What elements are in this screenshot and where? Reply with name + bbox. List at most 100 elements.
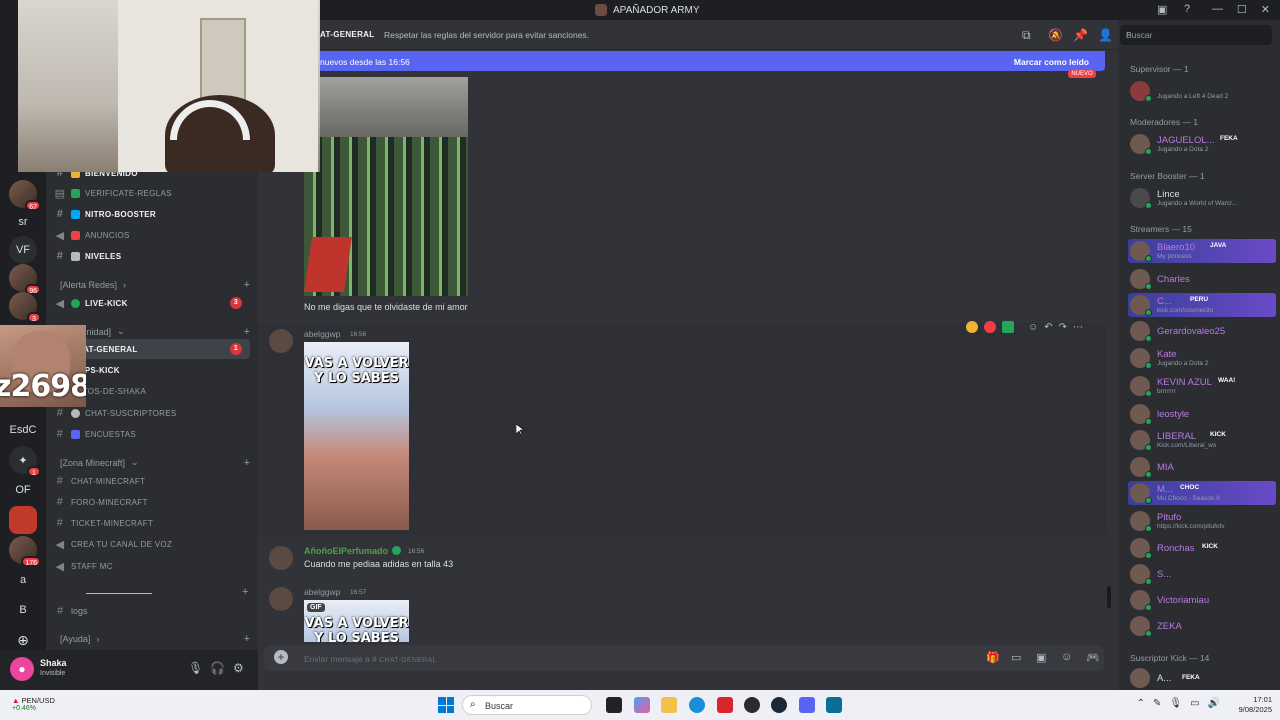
category-comunidad[interactable]: [Comunidad]⌄+ — [60, 326, 250, 338]
add-reaction-icon[interactable]: ☺ — [1028, 322, 1038, 333]
file-explorer-icon[interactable] — [661, 697, 677, 713]
channel-item[interactable]: # ENCUESTAS — [54, 424, 250, 444]
new-messages-bar[interactable]: nuevos desde las 16:56 Marcar como leído — [318, 51, 1105, 71]
microphone-icon[interactable]: 🎙 — [188, 661, 203, 675]
search-input[interactable]: Buscar ⌕ — [1120, 25, 1272, 45]
chevron-up-icon[interactable]: ⌃ — [1137, 698, 1145, 709]
activities-icon[interactable]: 🎮 — [1086, 651, 1100, 664]
attach-button[interactable]: + — [274, 650, 288, 664]
help-icon[interactable]: ? — [1184, 3, 1190, 15]
server-item[interactable]: OF — [9, 476, 37, 504]
reply-icon[interactable]: ↶ — [1044, 322, 1052, 333]
task-view-icon[interactable] — [606, 697, 622, 713]
pin-icon[interactable]: 📌 — [1073, 28, 1088, 42]
message-gif[interactable]: GIF VAS A VOLVER Y LO SABES — [304, 600, 409, 642]
member-item[interactable]: Ronchas KICK — [1128, 536, 1276, 560]
add-channel-icon[interactable]: + — [244, 633, 250, 645]
member-item[interactable]: C... PERU kick.com/cosmecito — [1128, 293, 1276, 317]
server-item[interactable]: 67 — [9, 180, 41, 211]
avatar[interactable] — [269, 546, 293, 570]
maximize-button[interactable]: ☐ — [1237, 3, 1247, 16]
message-image[interactable] — [304, 77, 468, 296]
channel-item[interactable]: # NITRO-BOOSTER — [54, 204, 250, 224]
member-item[interactable]: leostyle — [1128, 402, 1276, 426]
category-zona-minecraft[interactable]: [Zona Minecraft] ⌄ + — [60, 457, 250, 469]
taskbar-search[interactable]: ⌕ Buscar — [462, 695, 592, 715]
minimize-button[interactable]: — — [1212, 3, 1223, 16]
message-author[interactable]: abelggwp — [304, 329, 340, 339]
message-composer[interactable]: + Enviar mensaje a # CHAT-GENERAL 🎁 ▭ ▣ … — [264, 645, 1104, 671]
server-item[interactable]: EsdC — [9, 416, 37, 444]
server-item[interactable]: ✦ 1 — [9, 446, 41, 477]
member-item[interactable]: MIA — [1128, 455, 1276, 479]
channel-item[interactable]: ◀ CREA TU CANAL DE VOZ — [54, 534, 250, 554]
check-icon[interactable] — [1002, 321, 1014, 333]
member-item[interactable]: M... CHOC Mu Choco - Season 6 — [1128, 481, 1276, 505]
add-channel-icon[interactable]: + — [242, 586, 248, 598]
avatar[interactable] — [269, 587, 293, 611]
gear-icon[interactable]: ⚙ — [233, 661, 244, 675]
server-item[interactable]: 3 — [9, 292, 41, 323]
add-channel-icon[interactable]: + — [244, 279, 250, 291]
app-icon[interactable] — [744, 697, 760, 713]
sticker-icon[interactable]: ▣ — [1036, 651, 1046, 664]
widget-ticker[interactable]: ▲ PEN/USD +0.46% — [12, 696, 55, 712]
channel-item[interactable]: ◀ STAFF MC — [54, 556, 250, 576]
heart-icon[interactable] — [984, 321, 996, 333]
steam-icon[interactable] — [771, 697, 787, 713]
message-image[interactable]: VAS A VOLVER Y LO SABES — [304, 342, 409, 530]
server-item[interactable] — [9, 506, 37, 534]
avatar[interactable] — [269, 329, 293, 353]
server-item[interactable]: a — [9, 566, 37, 594]
avatar[interactable]: ● — [10, 657, 34, 681]
add-channel-icon[interactable]: + — [244, 326, 250, 338]
edge-icon[interactable] — [689, 697, 705, 713]
member-item[interactable]: Kate Jugando a Dota 2 — [1128, 346, 1276, 370]
channel-item[interactable]: # FORO-MINECRAFT — [54, 492, 250, 512]
server-item[interactable]: VF — [9, 236, 37, 264]
channel-item[interactable]: # logs — [54, 601, 250, 621]
headphones-icon[interactable]: 🎧 — [210, 661, 225, 675]
category-ayuda[interactable]: [Ayuda] › + — [60, 633, 250, 645]
message-author[interactable]: AñoñoElPerfumado — [304, 546, 388, 556]
microphone-icon[interactable]: 🎙 — [1169, 698, 1182, 709]
channel-item[interactable]: # CHAT-MINECRAFT — [54, 471, 250, 491]
channel-item[interactable]: # NIVELES — [54, 246, 250, 266]
server-item[interactable]: 96 — [9, 264, 41, 295]
pen-icon[interactable]: ✎ — [1153, 698, 1161, 709]
discord-icon[interactable] — [799, 697, 815, 713]
member-item[interactable]: A... FEKA — [1128, 666, 1276, 688]
member-item[interactable]: KEVIN AZUL WAA! brrrrrrr — [1128, 374, 1276, 398]
member-item[interactable]: Gerardovaleo25 — [1128, 319, 1276, 343]
server-item[interactable]: sr — [9, 208, 37, 236]
member-item[interactable]: Blaero10 JAVA My princess — [1128, 239, 1276, 263]
app-icon[interactable] — [717, 697, 733, 713]
channel-item[interactable]: ◀ ANUNCIOS — [54, 225, 250, 245]
member-item[interactable]: Lince Jugando a World of Warcr... — [1128, 186, 1276, 210]
app-icon[interactable] — [826, 697, 842, 713]
member-item[interactable]: Victoriamiau — [1128, 588, 1276, 612]
taskbar-clock[interactable]: 17:01 9/08/2025 — [1239, 695, 1272, 715]
volume-icon[interactable]: 🔊 — [1208, 698, 1220, 709]
copilot-icon[interactable] — [634, 697, 650, 713]
member-item[interactable]: JAGUELOL... FEKA Jugando a Dota 2 — [1128, 132, 1276, 156]
channel-item[interactable]: # TICKET-MINECRAFT — [54, 513, 250, 533]
server-item[interactable]: 176 — [9, 536, 41, 567]
network-icon[interactable]: ▭ — [1190, 698, 1199, 709]
member-list-icon[interactable]: 👤 — [1098, 28, 1113, 42]
member-item[interactable]: Jugando a Left 4 Dead 2 — [1128, 79, 1276, 103]
emoji-icon[interactable]: ☺ — [1061, 651, 1072, 663]
close-button[interactable]: ✕ — [1261, 3, 1270, 16]
forward-icon[interactable]: ↷ — [1059, 322, 1067, 333]
member-item[interactable]: ZEKA — [1128, 614, 1276, 638]
scrollbar-thumb[interactable] — [1107, 586, 1111, 608]
mark-as-read-button[interactable]: Marcar como leído — [1014, 57, 1089, 67]
bell-icon[interactable]: 🔕 — [1048, 28, 1063, 42]
add-channel-icon[interactable]: + — [244, 457, 250, 469]
gif-icon[interactable]: ▭ — [1011, 651, 1021, 664]
member-item[interactable]: Pitufo https://kick.com/pitufotv — [1128, 509, 1276, 533]
gift-icon[interactable]: 🎁 — [986, 651, 1000, 664]
more-icon[interactable]: ⋯ — [1073, 322, 1083, 333]
message-author[interactable]: abelggwp — [304, 587, 340, 597]
category-alerta-redes[interactable]: [Alerta Redes] › + — [60, 279, 250, 291]
